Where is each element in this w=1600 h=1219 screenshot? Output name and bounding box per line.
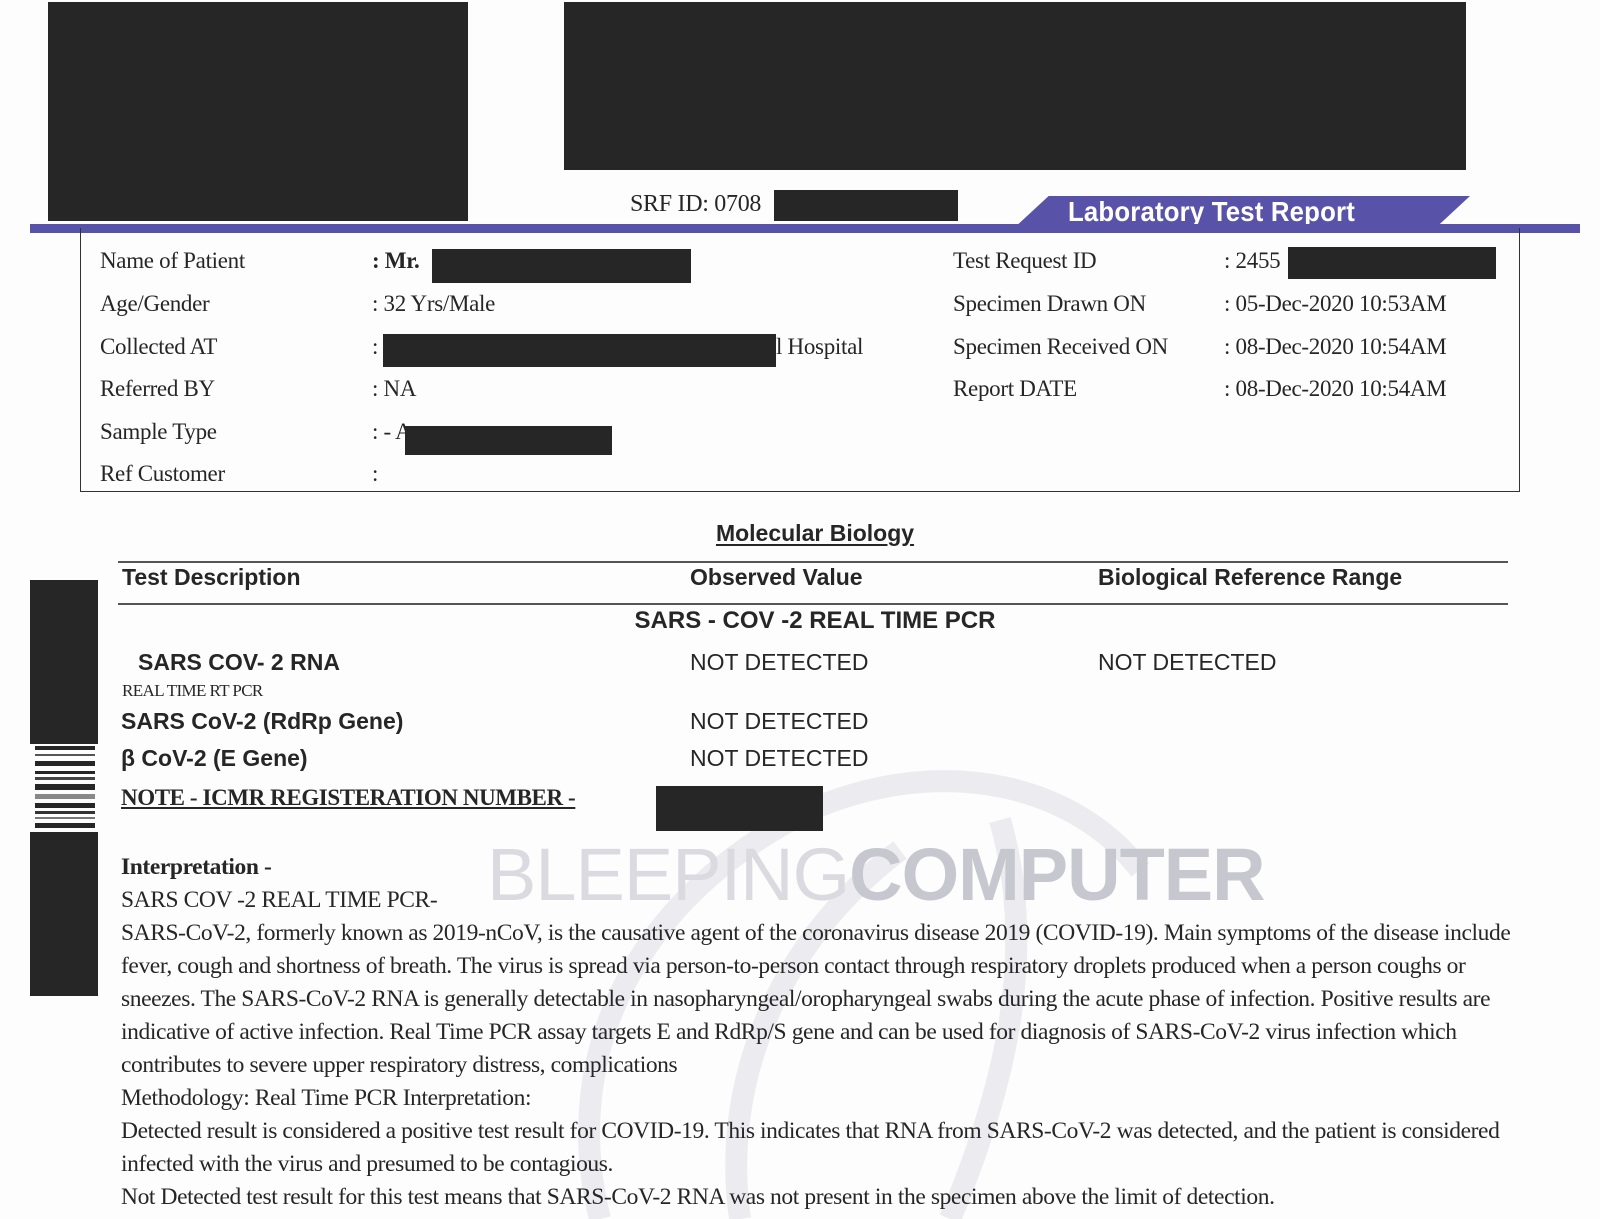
redacted-test-request-id <box>1288 247 1496 279</box>
icmr-note: NOTE - ICMR REGISTERATION NUMBER - <box>121 785 576 810</box>
redacted-icmr-number <box>656 786 823 831</box>
label-age-gender: Age/Gender <box>100 291 210 316</box>
interpretation-heading: Interpretation - <box>121 854 272 880</box>
test-method: REAL TIME RT PCR <box>122 681 263 700</box>
test-name: β CoV-2 (E Gene) <box>121 745 308 771</box>
interpretation-subheading: SARS COV -2 REAL TIME PCR- <box>121 887 438 913</box>
barcode-stripes-icon <box>35 746 95 828</box>
observed-value: NOT DETECTED <box>690 708 869 734</box>
interpretation: Interpretation - SARS COV -2 REAL TIME P… <box>121 851 1521 1214</box>
section-title: Molecular Biology <box>715 520 915 546</box>
redacted-lab-header <box>564 2 1466 170</box>
redacted-patient-name <box>432 249 691 283</box>
label-ref-customer: Ref Customer <box>100 461 225 486</box>
redacted-barcode-top <box>30 580 98 744</box>
label-collected-at: Collected AT <box>100 334 218 359</box>
table-top-rule <box>118 561 1508 563</box>
test-name: SARS CoV-2 (RdRp Gene) <box>121 708 404 734</box>
label-specimen-drawn: Specimen Drawn ON <box>953 291 1146 316</box>
value-test-request-id: : 2455 <box>1224 248 1281 273</box>
value-ref-customer: : <box>372 461 379 486</box>
test-group-title: SARS - COV -2 REAL TIME PCR <box>634 607 996 634</box>
label-report-date: Report DATE <box>953 376 1077 401</box>
label-sample-type: Sample Type <box>100 419 217 444</box>
column-header-observed: Observed Value <box>690 564 863 590</box>
value-collected-at: : <box>372 334 379 359</box>
redacted-logo-left <box>48 2 468 221</box>
value-specimen-drawn: : 05-Dec-2020 10:53AM <box>1224 291 1447 316</box>
srf-id: SRF ID: 0708 <box>630 191 762 217</box>
redacted-barcode-bottom <box>30 832 98 996</box>
reference-range: NOT DETECTED <box>1098 649 1277 675</box>
column-header-reference: Biological Reference Range <box>1098 564 1403 590</box>
redacted-collected-at <box>383 334 776 367</box>
redacted-srf-id <box>774 190 958 221</box>
label-referred-by: Referred BY <box>100 376 215 401</box>
observed-value: NOT DETECTED <box>690 745 869 771</box>
not-detected-explanation: Not Detected test result for this test m… <box>121 1184 1275 1210</box>
value-specimen-received: : 08-Dec-2020 10:54AM <box>1224 334 1447 359</box>
value-collected-at-suffix: l Hospital <box>776 334 864 359</box>
barcode <box>30 580 98 996</box>
value-referred-by: : NA <box>372 376 417 401</box>
value-report-date: : 08-Dec-2020 10:54AM <box>1224 376 1447 401</box>
observed-value: NOT DETECTED <box>690 649 869 675</box>
redacted-sample-type <box>405 426 612 455</box>
methodology: Methodology: Real Time PCR Interpretatio… <box>121 1085 532 1111</box>
interpretation-paragraph: SARS-CoV-2, formerly known as 2019-nCoV,… <box>121 920 1511 1078</box>
label-specimen-received: Specimen Received ON <box>953 334 1168 359</box>
column-header-test: Test Description <box>122 564 301 590</box>
detected-explanation: Detected result is considered a positive… <box>121 1118 1500 1177</box>
value-patient-name: : Mr. <box>372 248 420 273</box>
label-test-request-id: Test Request ID <box>953 248 1097 273</box>
test-name: SARS COV- 2 RNA <box>138 649 340 675</box>
label-patient-name: Name of Patient <box>100 248 245 273</box>
table-header-rule <box>118 603 1508 605</box>
value-age-gender: : 32 Yrs/Male <box>372 291 496 316</box>
